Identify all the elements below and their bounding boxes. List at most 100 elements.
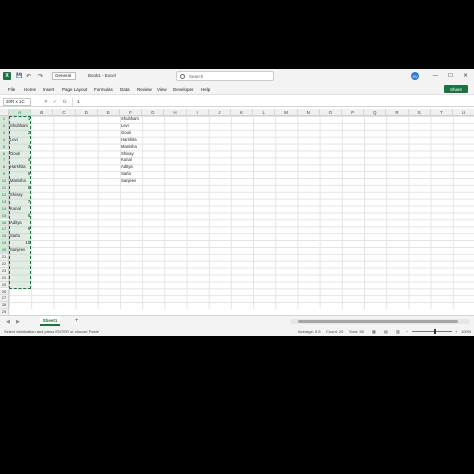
tab-review[interactable]: Review <box>137 86 152 93</box>
cell-a10[interactable]: Manisha <box>10 178 30 185</box>
sheet-tab-active[interactable]: Sheet1 <box>40 316 60 326</box>
cell-a17[interactable]: 9 <box>10 226 30 233</box>
column-header-m[interactable]: M <box>275 109 298 116</box>
tab-insert[interactable]: Insert <box>43 86 54 93</box>
minimize-button[interactable]: — <box>431 71 440 81</box>
tab-help[interactable]: Help <box>201 86 210 93</box>
cell-area[interactable] <box>9 116 474 309</box>
cell-a5[interactable]: 3 <box>10 144 30 151</box>
column-header-n[interactable]: N <box>297 109 320 116</box>
search-input[interactable]: Search <box>176 71 274 81</box>
column-header-s[interactable]: S <box>408 109 431 116</box>
page-break-view-icon[interactable]: ▥ <box>396 327 400 336</box>
tab-view[interactable]: View <box>157 86 167 93</box>
row-header-11[interactable]: 11 <box>0 185 9 192</box>
cell-a1[interactable]: 1 <box>10 116 30 123</box>
column-header-i[interactable]: I <box>186 109 209 116</box>
cell-a9[interactable]: 5 <box>10 171 30 178</box>
cell-f8[interactable]: Aditya <box>121 164 154 171</box>
tab-home[interactable]: Home <box>24 86 36 93</box>
spreadsheet-grid[interactable]: ABCDEFGHIJKLMNOPQRSTU 1 2 3 4 5 6 7 8 9 10 11 12 13 1… <box>0 109 474 336</box>
number-format-dropdown[interactable]: General <box>52 72 76 80</box>
page-layout-view-icon[interactable]: ▤ <box>384 327 388 336</box>
row-header-4[interactable]: 4 <box>0 136 9 144</box>
cell-a16[interactable]: Aditya <box>10 220 30 227</box>
column-header-d[interactable]: D <box>75 109 98 116</box>
cell-f4[interactable]: Harshita <box>121 137 154 144</box>
tab-data[interactable]: Data <box>120 86 130 93</box>
row-header-6[interactable]: 6 <box>0 150 9 158</box>
row-header-21[interactable]: 21 <box>0 254 9 261</box>
row-header-27[interactable]: 27 <box>0 295 9 303</box>
cell-a3[interactable]: 2 <box>10 130 30 137</box>
scrollbar-thumb[interactable] <box>298 320 458 323</box>
cell-a4[interactable]: Levi <box>10 137 30 144</box>
zoom-out-icon[interactable]: − <box>406 327 408 336</box>
column-header-h[interactable]: H <box>164 109 187 116</box>
maximize-button[interactable]: ☐ <box>446 71 455 81</box>
cell-a19[interactable]: 10 <box>10 240 31 247</box>
cell-f2[interactable]: Levi <box>121 123 154 130</box>
cell-f3[interactable]: Gouri <box>121 130 154 137</box>
column-header-e[interactable]: E <box>97 109 120 116</box>
zoom-slider-knob[interactable] <box>434 329 436 334</box>
cell-f7[interactable]: Kunal <box>121 157 154 164</box>
column-header-f[interactable]: F <box>120 109 143 116</box>
column-header-k[interactable]: K <box>231 109 254 116</box>
row-header-18[interactable]: 18 <box>0 233 9 241</box>
row-header-3[interactable]: 3 <box>0 129 9 137</box>
row-header-10[interactable]: 10 <box>0 178 9 185</box>
cell-a8[interactable]: Harshita <box>10 164 30 171</box>
cell-a13[interactable]: 7 <box>10 199 30 206</box>
row-header-9[interactable]: 9 <box>0 171 9 179</box>
column-header-b[interactable]: B <box>31 109 54 116</box>
row-header-8[interactable]: 8 <box>0 164 9 172</box>
normal-view-icon[interactable]: ▦ <box>372 327 376 336</box>
save-icon[interactable]: 💾 <box>16 72 22 80</box>
row-header-14[interactable]: 14 <box>0 205 9 213</box>
cell-a20[interactable]: Sanjeev <box>10 247 30 254</box>
cell-f1[interactable]: Shubham <box>121 116 154 123</box>
column-header-t[interactable]: T <box>430 109 453 116</box>
cell-a15[interactable]: 8 <box>10 213 30 220</box>
tab-page-layout[interactable]: Page Layout <box>62 86 87 93</box>
next-sheet-icon[interactable]: ▶ <box>16 318 20 326</box>
select-all-corner[interactable] <box>0 109 9 116</box>
cell-a6[interactable]: Gouri <box>10 151 30 158</box>
cell-a11[interactable]: 6 <box>10 185 30 192</box>
confirm-formula-icon[interactable]: ✓ <box>53 98 57 106</box>
row-header-2[interactable]: 2 <box>0 122 9 130</box>
row-header-22[interactable]: 22 <box>0 260 9 268</box>
zoom-in-icon[interactable]: + <box>455 327 457 336</box>
column-header-c[interactable]: C <box>53 109 76 116</box>
row-header-13[interactable]: 13 <box>0 198 9 206</box>
zoom-slider[interactable] <box>412 329 452 334</box>
row-header-5[interactable]: 5 <box>0 143 9 151</box>
row-header-26[interactable]: 26 <box>0 288 9 296</box>
name-box[interactable]: 20R x 1C <box>3 98 31 106</box>
cell-f9[interactable]: Sarla <box>121 171 154 178</box>
undo-icon[interactable]: ↶ <box>26 72 31 80</box>
row-header-24[interactable]: 24 <box>0 274 9 282</box>
row-header-17[interactable]: 17 <box>0 226 9 234</box>
cell-a2[interactable]: Shubham <box>10 123 30 130</box>
cell-a7[interactable]: 4 <box>10 157 30 164</box>
fx-icon[interactable]: fx <box>63 98 67 106</box>
tab-developer[interactable]: Developer <box>173 86 194 93</box>
tab-formulas[interactable]: Formulas <box>94 86 113 93</box>
avatar[interactable]: SV <box>411 72 419 80</box>
row-header-16[interactable]: 16 <box>0 219 9 227</box>
zoom-level[interactable]: 100% <box>461 327 471 336</box>
share-button[interactable]: Share <box>444 85 468 93</box>
column-header-q[interactable]: Q <box>364 109 387 116</box>
column-header-r[interactable]: R <box>386 109 409 116</box>
row-header-23[interactable]: 23 <box>0 267 9 275</box>
column-header-g[interactable]: G <box>142 109 165 116</box>
redo-icon[interactable]: ↷ <box>38 72 43 80</box>
cancel-formula-icon[interactable]: ✕ <box>44 98 48 106</box>
tab-file[interactable]: File <box>8 86 15 93</box>
row-header-15[interactable]: 15 <box>0 212 9 220</box>
row-header-1[interactable]: 1 <box>0 116 9 123</box>
cell-f5[interactable]: Manisha <box>121 144 154 151</box>
close-button[interactable]: ✕ <box>461 71 470 81</box>
